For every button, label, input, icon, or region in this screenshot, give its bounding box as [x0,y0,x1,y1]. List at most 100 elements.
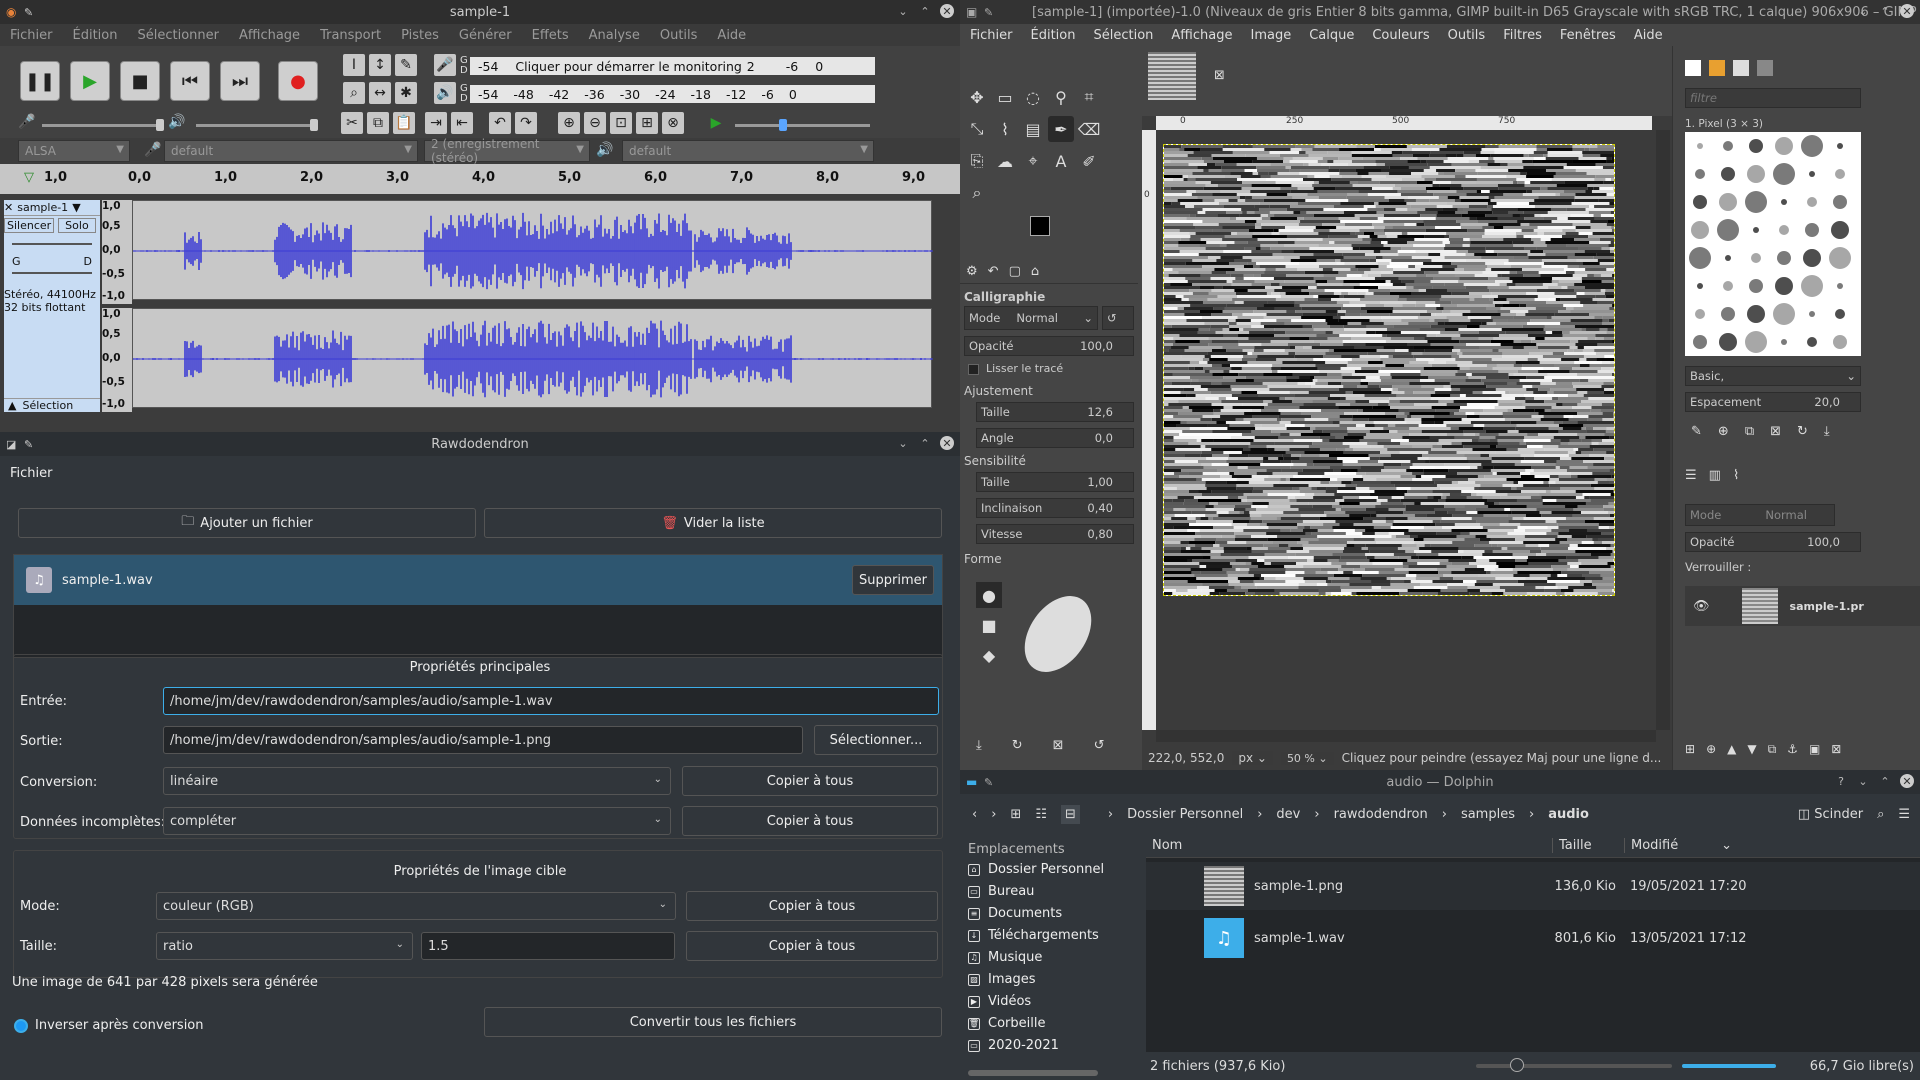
mode-reset-icon[interactable]: ↺ [1102,306,1134,330]
timeline-ruler[interactable]: ▽ 1,0 0,0 1,0 2,0 3,0 4,0 5,0 6,0 7,0 8,… [0,164,960,194]
menu-generer[interactable]: Générer [459,28,512,43]
place-documents[interactable]: ≡ Documents [968,906,1062,921]
track-name[interactable]: sample-1 [17,201,68,214]
paint-mode-select[interactable]: Mode Normal ⌄ [964,306,1098,330]
icons-view-icon[interactable]: ⊞ [1010,807,1021,822]
brush-thumbnail[interactable] [1695,169,1705,179]
solo-button[interactable]: Solo [58,218,96,233]
menu-image[interactable]: Image [1250,28,1291,43]
brush-thumbnail[interactable] [1721,307,1735,321]
color-picker-tool-icon[interactable]: ✐ [1076,148,1102,174]
menu-aide[interactable]: Aide [1634,28,1663,43]
menu-affichage[interactable]: Affichage [1171,28,1232,43]
minimize-icon[interactable]: ⌄ [896,4,910,18]
collapse-icon[interactable]: ▲ [8,399,16,412]
new-brush-icon[interactable]: ⊕ [1718,424,1729,439]
brush-thumbnail[interactable] [1803,249,1821,267]
brush-thumbnail[interactable] [1697,143,1703,149]
brush-thumbnail[interactable] [1831,221,1849,239]
skip-start-button[interactable]: ⏮ [170,61,210,101]
menu-edition[interactable]: Édition [73,28,118,43]
silence-icon[interactable]: ⇤ [451,112,473,134]
incomplete-data-select[interactable]: compléter ⌄ [163,807,671,835]
move-tool-icon[interactable]: ✥ [964,84,990,110]
select-track-button[interactable]: Sélection [22,399,73,412]
brush-thumbnail[interactable] [1719,193,1737,211]
duplicate-layer-icon[interactable]: ⧉ [1768,742,1777,757]
ratio-field[interactable]: 1.5 [421,932,675,960]
clone-tool-icon[interactable]: ⎘ [964,148,990,174]
brush-thumbnail[interactable] [1693,335,1707,349]
menu-outils[interactable]: Outils [660,28,698,43]
menu-edition[interactable]: Édition [1031,28,1076,43]
place-images[interactable]: ▨ Images [968,972,1036,987]
pin-icon[interactable]: ✎ [984,6,993,19]
record-meter-mic-icon[interactable]: 🎤 [434,54,456,76]
brush-thumbnail[interactable] [1749,279,1763,293]
pin-icon[interactable]: ✎ [24,6,33,19]
play-meter-speaker-icon[interactable]: 🔊 [434,82,456,104]
record-button[interactable]: ● [278,61,318,101]
cut-icon[interactable]: ✂ [341,112,363,134]
crop-tool-icon[interactable]: ⌗ [1076,84,1102,110]
envelope-tool-icon[interactable]: ↕ [369,54,391,76]
gradient-tool-icon[interactable]: ▤ [1020,116,1046,142]
brush-thumbnail[interactable] [1775,137,1793,155]
tool-options-tab-icon[interactable]: ⚙ [966,264,978,279]
smooth-checkbox[interactable] [968,364,979,375]
brush-thumbnail[interactable] [1777,251,1791,265]
shape-editor[interactable] [1010,583,1106,685]
close-icon[interactable]: ✕ [1900,774,1914,788]
menu-affichage[interactable]: Affichage [239,28,300,43]
menu-effets[interactable]: Effets [532,28,569,43]
pin-icon[interactable]: ✎ [24,438,33,451]
open-as-image-icon[interactable]: ⤓ [1824,424,1830,439]
place-videos[interactable]: ▶ Vidéos [968,994,1031,1009]
brush-thumbnail[interactable] [1807,337,1817,347]
brush-thumbnail[interactable] [1723,281,1733,291]
device-status-tab-icon[interactable]: ⌂ [1031,264,1039,279]
brush-thumbnail[interactable] [1691,221,1709,239]
playback-volume-slider[interactable] [196,119,318,131]
search-icon[interactable]: ⌕ [1877,807,1884,822]
new-layer-icon[interactable]: ⊕ [1706,742,1716,757]
brush-thumbnail[interactable] [1723,141,1733,151]
list-item[interactable]: ♫ sample-1.wav Supprimer [14,555,942,605]
copy-all-mode-button[interactable]: Copier à tous [686,891,938,921]
stop-button[interactable]: ■ [120,61,160,101]
brush-thumbnail[interactable] [1775,277,1793,295]
menu-couleurs[interactable]: Couleurs [1372,28,1429,43]
menu-pistes[interactable]: Pistes [401,28,439,43]
minimize-icon[interactable]: ⌄ [1856,774,1870,788]
brush-thumbnail[interactable] [1721,167,1735,181]
zoom-out-icon[interactable]: ⊖ [584,112,606,134]
menu-selectionner[interactable]: Sélectionner [137,28,219,43]
raise-layer-icon[interactable]: ▲ [1727,742,1736,757]
copy-icon[interactable]: ⧉ [367,112,389,134]
sensitivity-size-field[interactable]: Taille 1,00 [976,472,1134,492]
maximize-icon[interactable]: ⌃ [1878,4,1892,18]
size-mode-select[interactable]: ratio ⌄ [156,932,413,960]
speed-field[interactable]: Vitesse 0,80 [976,524,1134,544]
details-view-icon[interactable]: ⊟ [1060,804,1080,824]
brush-thumbnail[interactable] [1833,335,1847,349]
circle-shape-icon[interactable]: ● [976,582,1002,608]
brush-thumbnail[interactable] [1835,169,1845,179]
restore-options-icon[interactable]: ↻ [1012,738,1023,753]
spacing-field[interactable]: Espacement 20,0 [1685,392,1861,412]
brush-thumbnail[interactable] [1719,333,1737,351]
waveform-left[interactable] [132,200,933,300]
invert-radio[interactable] [14,1019,28,1033]
layer-mask-icon[interactable]: ▣ [1809,742,1820,757]
paths-tool-icon[interactable]: ⌖ [1020,148,1046,174]
brush-thumbnail[interactable] [1779,225,1789,235]
brush-thumbnail[interactable] [1781,199,1787,205]
menu-aide[interactable]: Aide [717,28,746,43]
close-tab-icon[interactable]: ⊠ [1214,68,1225,83]
paths-tab-icon[interactable]: ⌇ [1733,468,1739,483]
image-thumbnail[interactable] [1148,52,1196,100]
edit-brush-icon[interactable]: ✎ [1691,424,1702,439]
help-icon[interactable]: ? [1834,774,1848,788]
text-tool-icon[interactable]: A [1048,148,1074,174]
brush-thumbnail[interactable] [1781,339,1787,345]
